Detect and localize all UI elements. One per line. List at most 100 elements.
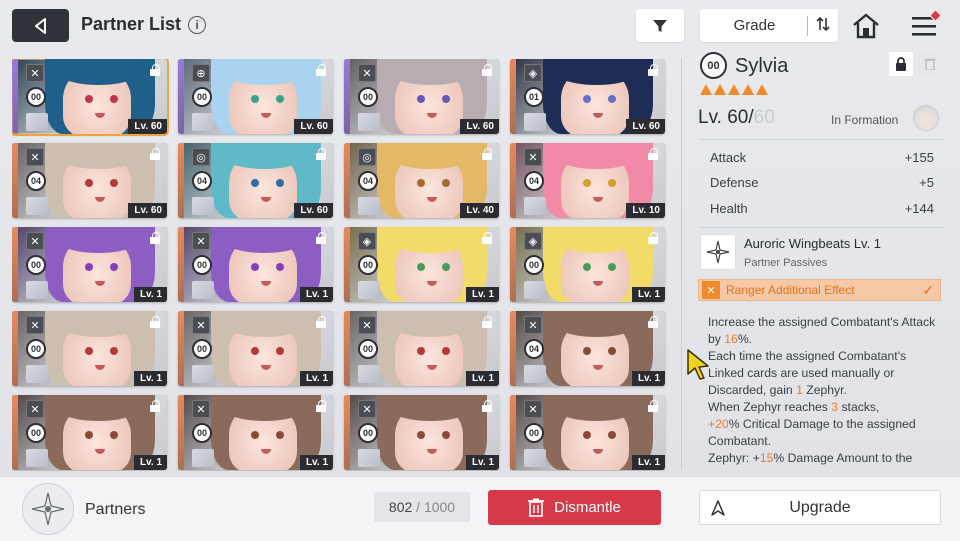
- level-label: Lv. 1: [299, 287, 333, 302]
- partner-card[interactable]: ⊕ 00 Lv. 60: [178, 59, 333, 134]
- partner-card[interactable]: ◎ 04 Lv. 40: [344, 143, 499, 218]
- class-type-icon: ✕: [26, 400, 44, 418]
- partner-card[interactable]: ✕ 00 Lv. 60: [344, 59, 499, 134]
- level-label: Lv. 1: [631, 371, 665, 386]
- partner-card[interactable]: ✕ 00 Lv. 1: [178, 395, 333, 470]
- menu-button[interactable]: [906, 9, 942, 42]
- lock-icon[interactable]: [316, 316, 328, 328]
- partner-card[interactable]: ✕ 00 Lv. 60: [12, 59, 169, 136]
- grade-sort-button[interactable]: Grade: [700, 9, 838, 42]
- portrait-eye: [251, 431, 260, 439]
- partner-card[interactable]: ✕ 04 Lv. 1: [510, 311, 665, 386]
- level-label: Lv. 1: [133, 371, 167, 386]
- lock-icon[interactable]: [482, 400, 494, 412]
- class-type-icon: ✕: [358, 64, 376, 82]
- panel-divider: [681, 58, 682, 470]
- portrait-eye: [85, 263, 94, 271]
- trash-icon: [528, 498, 545, 517]
- grade-badge: 04: [524, 171, 544, 191]
- class-type-icon: ◈: [358, 232, 376, 250]
- star-icon: [700, 84, 712, 95]
- portrait-eye: [583, 179, 592, 187]
- upgrade-button[interactable]: Upgrade: [699, 490, 941, 525]
- partner-card[interactable]: ◎ 04 Lv. 60: [178, 143, 333, 218]
- portrait-eye: [583, 431, 592, 439]
- portrait-eye: [583, 95, 592, 103]
- back-button[interactable]: [12, 9, 69, 42]
- partner-card[interactable]: ✕ 00 Lv. 1: [12, 395, 167, 470]
- partner-card[interactable]: ✕ 00 Lv. 1: [178, 311, 333, 386]
- grade-badge: 00: [358, 87, 378, 107]
- lock-icon[interactable]: [648, 148, 660, 160]
- lock-icon[interactable]: [482, 148, 494, 160]
- partner-card[interactable]: ◈ 00 Lv. 1: [510, 227, 665, 302]
- count-separator: /: [416, 499, 421, 515]
- stat-label: Health: [710, 201, 748, 216]
- lock-icon[interactable]: [316, 64, 328, 76]
- lock-icon[interactable]: [150, 400, 162, 412]
- home-button[interactable]: [850, 10, 882, 42]
- class-type-icon: ◎: [192, 148, 210, 166]
- equipped-avatar: [192, 113, 214, 131]
- partner-card[interactable]: ✕ 00 Lv. 1: [344, 395, 499, 470]
- class-type-icon: ✕: [192, 232, 210, 250]
- partner-card[interactable]: ✕ 00 Lv. 1: [344, 311, 499, 386]
- class-type-icon: ✕: [358, 400, 376, 418]
- equipped-avatar: [26, 365, 48, 383]
- partner-card[interactable]: ✕ 00 Lv. 1: [12, 311, 167, 386]
- count-capacity: 1000: [423, 499, 456, 515]
- portrait-eye: [85, 179, 94, 187]
- desc-text: %.: [737, 332, 753, 346]
- portrait-eye: [417, 263, 426, 271]
- lock-icon[interactable]: [316, 148, 328, 160]
- partner-card[interactable]: ✕ 00 Lv. 1: [510, 395, 665, 470]
- equipped-avatar: [524, 281, 546, 299]
- passive-skill[interactable]: Auroric Wingbeats Lv. 1 Partner Passives: [698, 232, 944, 274]
- class-type-icon: ✕: [26, 64, 44, 82]
- lock-icon[interactable]: [648, 316, 660, 328]
- level-max: 60: [753, 107, 775, 128]
- lock-icon[interactable]: [150, 232, 162, 244]
- partner-card[interactable]: ✕ 00 Lv. 1: [178, 227, 333, 302]
- portrait-eye: [417, 431, 426, 439]
- portrait-eye: [85, 95, 94, 103]
- lock-icon[interactable]: [316, 232, 328, 244]
- ranger-effect-bar[interactable]: ✕ Ranger Additional Effect ✓: [698, 279, 941, 301]
- desc-highlight: +20: [708, 417, 729, 431]
- lock-icon[interactable]: [648, 64, 660, 76]
- bottom-bar: Partners 802 / 1000 Dismantle Upgrade: [0, 476, 960, 541]
- lock-icon[interactable]: [648, 232, 660, 244]
- lock-icon[interactable]: [482, 232, 494, 244]
- class-type-icon: ✕: [26, 232, 44, 250]
- info-icon[interactable]: i: [188, 16, 206, 34]
- lock-icon[interactable]: [150, 64, 162, 76]
- lock-icon[interactable]: [482, 64, 494, 76]
- lock-icon[interactable]: [150, 148, 162, 160]
- trash-button[interactable]: [918, 52, 942, 76]
- lock-icon[interactable]: [150, 316, 162, 328]
- grade-badge: 00: [192, 423, 212, 443]
- lock-icon[interactable]: [648, 400, 660, 412]
- partner-card[interactable]: ✕ 04 Lv. 60: [12, 143, 167, 218]
- partner-card[interactable]: ✕ 04 Lv. 10: [510, 143, 665, 218]
- grade-badge: 00: [26, 87, 46, 107]
- dismantle-label: Dismantle: [554, 499, 621, 516]
- filter-button[interactable]: [636, 9, 684, 42]
- formation-avatar[interactable]: [913, 105, 939, 131]
- equipped-avatar: [358, 365, 380, 383]
- partners-label: Partners: [85, 501, 146, 518]
- partner-card[interactable]: ✕ 00 Lv. 1: [12, 227, 167, 302]
- portrait-eye: [417, 95, 426, 103]
- equipped-avatar: [524, 449, 546, 467]
- sort-icon[interactable]: [808, 16, 838, 35]
- class-type-icon: ✕: [524, 316, 542, 334]
- partner-card[interactable]: ◈ 01 Lv. 60: [510, 59, 665, 134]
- lock-icon[interactable]: [482, 316, 494, 328]
- lock-icon[interactable]: [316, 400, 328, 412]
- lock-button[interactable]: [889, 52, 913, 76]
- dismantle-button[interactable]: Dismantle: [488, 490, 661, 525]
- equipped-avatar: [524, 113, 546, 131]
- equipped-avatar: [192, 197, 214, 215]
- partner-card[interactable]: ◈ 00 Lv. 1: [344, 227, 499, 302]
- class-type-icon: ⊕: [192, 64, 210, 82]
